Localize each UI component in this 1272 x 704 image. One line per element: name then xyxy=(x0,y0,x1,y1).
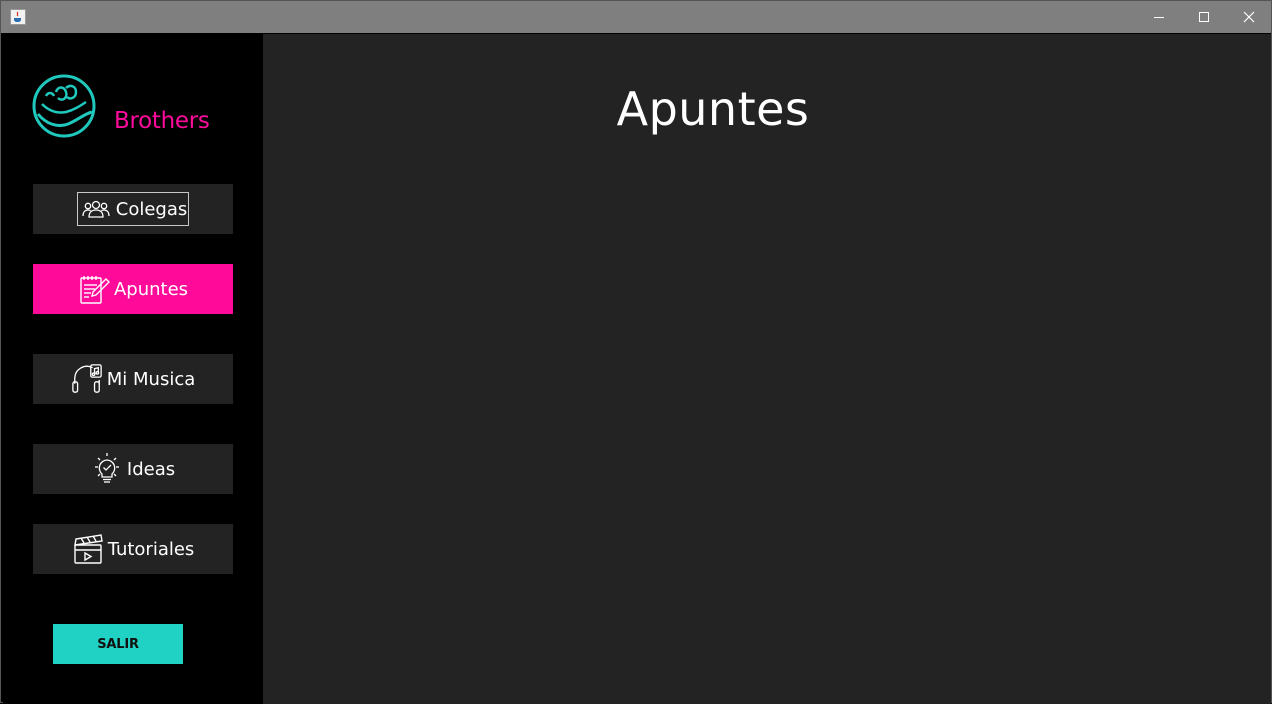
title-bar[interactable] xyxy=(1,1,1271,33)
sidebar: Brothers Colegas Apuntes Mi Musica Ideas… xyxy=(3,34,263,704)
exit-button[interactable]: SALIR xyxy=(53,624,183,664)
group-icon xyxy=(80,193,112,225)
maximize-icon xyxy=(1198,11,1210,23)
nav-label-colegas: Colegas xyxy=(115,198,188,220)
close-icon xyxy=(1243,11,1255,23)
nav-item-mi-musica[interactable]: Mi Musica xyxy=(33,354,233,404)
notepad-pencil-icon xyxy=(78,273,110,305)
headphones-icon xyxy=(71,363,103,395)
nav-item-tutoriales[interactable]: Tutoriales xyxy=(33,524,233,574)
nav-label-tutoriales: Tutoriales xyxy=(107,538,195,560)
clapperboard-icon xyxy=(72,533,104,565)
nav-item-ideas[interactable]: Ideas xyxy=(33,444,233,494)
page-title: Apuntes xyxy=(616,82,810,136)
focus-ring: Colegas xyxy=(76,192,190,226)
lightbulb-icon xyxy=(91,453,123,485)
nav-item-apuntes[interactable]: Apuntes xyxy=(33,264,233,314)
minimize-button[interactable] xyxy=(1136,1,1182,33)
brand-name: Brothers xyxy=(114,108,210,134)
nav-label-ideas: Ideas xyxy=(126,458,176,480)
minimize-icon xyxy=(1153,11,1165,23)
app-window: Brothers Colegas Apuntes Mi Musica Ideas… xyxy=(0,0,1272,704)
nav-label-apuntes: Apuntes xyxy=(113,278,189,300)
nav-label-mi-musica: Mi Musica xyxy=(106,368,196,390)
nav-item-colegas[interactable]: Colegas xyxy=(33,184,233,234)
maximize-button[interactable] xyxy=(1181,1,1227,33)
close-button[interactable] xyxy=(1226,1,1272,33)
brothers-logo xyxy=(32,74,98,138)
java-cup-icon xyxy=(10,9,26,25)
main-panel: Apuntes xyxy=(263,34,1271,704)
